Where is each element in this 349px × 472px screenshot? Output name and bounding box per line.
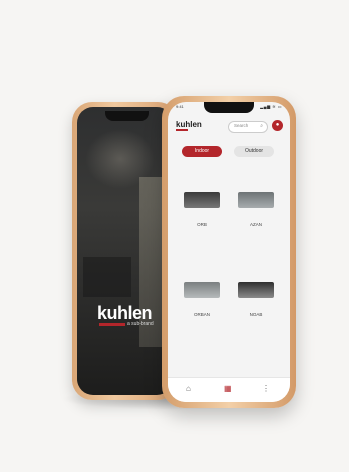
product-image: [238, 192, 274, 208]
app-header: kuhlen Search ⌕ ●: [168, 116, 290, 136]
menu-icon[interactable]: ⋮: [262, 384, 270, 393]
product-card[interactable]: ORB: [178, 172, 226, 232]
tab-indoor[interactable]: Indoor: [182, 146, 222, 157]
tab-outdoor[interactable]: Outdoor: [234, 146, 274, 157]
product-name: AZAN: [249, 222, 262, 227]
product-name: NOAB: [249, 312, 263, 317]
brand-logo: kuhlen: [176, 120, 202, 129]
search-icon: ⌕: [260, 123, 263, 129]
grid-icon[interactable]: ▦: [224, 384, 232, 393]
back-phone-screen: kuhlen a sub-brand: [77, 107, 173, 395]
product-name: ORB: [197, 222, 207, 227]
splash-logo-subtitle: a sub-brand: [127, 321, 154, 327]
product-image: [184, 282, 220, 298]
search-placeholder: Search: [234, 123, 249, 128]
back-phone-notch: [105, 111, 149, 121]
product-card[interactable]: ORBAN: [178, 262, 226, 322]
kitchen-cabinet: [83, 257, 131, 297]
splash-logo-bar: [99, 323, 125, 326]
search-field[interactable]: Search ⌕: [228, 121, 268, 133]
status-time: 9:41: [176, 104, 184, 109]
product-image: [238, 282, 274, 298]
brand-logo-bar: [176, 129, 188, 131]
status-indicators: ▂▄▆ ≋ ▭: [260, 104, 282, 109]
bottom-nav: ⌂ ▦ ⋮: [168, 377, 290, 402]
front-phone-notch: [204, 102, 254, 113]
product-name: ORBAN: [193, 312, 210, 317]
front-phone: 9:41 ▂▄▆ ≋ ▭ kuhlen Search ⌕ ● Indoor Ou…: [162, 96, 296, 408]
product-card[interactable]: AZAN: [232, 172, 280, 232]
product-image: [184, 192, 220, 208]
product-mockup-scene: kuhlen a sub-brand 9:41 ▂▄▆ ≋ ▭ kuhlen S…: [0, 0, 349, 472]
product-card[interactable]: NOAB: [232, 262, 280, 322]
user-icon[interactable]: ●: [272, 120, 283, 131]
home-icon[interactable]: ⌂: [186, 384, 191, 393]
category-tabs: Indoor Outdoor: [168, 146, 290, 160]
app-screen: 9:41 ▂▄▆ ≋ ▭ kuhlen Search ⌕ ● Indoor Ou…: [168, 102, 290, 402]
